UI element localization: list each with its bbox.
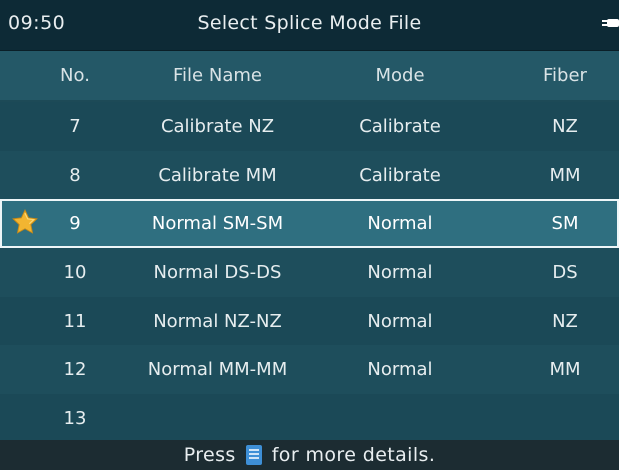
row-file-name xyxy=(115,394,320,443)
document-icon xyxy=(245,445,262,465)
row-mode: Normal xyxy=(367,359,433,381)
row-file-name: Normal SM-SM xyxy=(151,213,284,235)
row-no: 12 xyxy=(63,359,87,381)
table-row[interactable]: 7 Calibrate NZ Calibrate NZ xyxy=(0,102,619,151)
row-no: 10 xyxy=(63,261,87,283)
row-mode: Normal xyxy=(367,310,433,332)
row-mode: Calibrate xyxy=(359,115,441,137)
table-row[interactable]: 12 Normal MM-MM Normal MM xyxy=(0,345,619,395)
star-icon xyxy=(12,209,38,235)
row-fiber: SM xyxy=(551,213,579,235)
splice-mode-screen: 09:50 Select Splice Mode File No. File N… xyxy=(0,0,619,470)
screen-title: Select Splice Mode File xyxy=(197,12,422,34)
footer-hint: Press for more details. xyxy=(0,440,619,470)
row-mode: Calibrate xyxy=(359,164,441,186)
table-row[interactable]: 11 Normal NZ-NZ Normal NZ xyxy=(0,296,619,346)
row-file-name: Normal DS-DS xyxy=(153,261,282,283)
row-file-name: Normal MM-MM xyxy=(147,359,288,381)
row-mode xyxy=(330,394,470,443)
row-no: 11 xyxy=(63,310,87,332)
table-header: No. File Name Mode Fiber xyxy=(0,51,619,100)
row-no: 7 xyxy=(69,115,81,137)
row-fiber: NZ xyxy=(552,115,578,137)
status-bar: 09:50 Select Splice Mode File xyxy=(0,0,619,51)
header-no: No. xyxy=(60,65,90,86)
row-no: 13 xyxy=(63,407,87,429)
header-mode: Mode xyxy=(375,65,425,86)
table-row[interactable]: 8 Calibrate MM Calibrate MM xyxy=(0,150,619,200)
row-mode: Normal xyxy=(367,261,433,283)
row-file-name: Normal NZ-NZ xyxy=(153,310,282,332)
footer-hint-prefix: Press xyxy=(183,444,236,466)
row-file-name: Calibrate MM xyxy=(158,164,277,186)
row-no: 9 xyxy=(69,213,81,235)
plug-icon xyxy=(602,19,619,27)
footer-hint-suffix: for more details. xyxy=(271,444,436,466)
row-file-name: Calibrate NZ xyxy=(160,115,275,137)
row-fiber xyxy=(520,394,610,443)
header-fiber: Fiber xyxy=(543,65,587,86)
row-fiber: DS xyxy=(552,261,578,283)
row-fiber: MM xyxy=(549,164,581,186)
row-fiber: NZ xyxy=(552,310,578,332)
splice-file-list: 7 Calibrate NZ Calibrate NZ 8 Calibrate … xyxy=(0,102,619,443)
row-no: 8 xyxy=(69,164,81,186)
header-file-name: File Name xyxy=(173,65,262,86)
row-mode: Normal xyxy=(367,213,433,235)
row-fiber: MM xyxy=(549,359,581,381)
table-row-selected[interactable]: 9 Normal SM-SM Normal SM xyxy=(0,199,619,249)
table-row[interactable]: 13 xyxy=(0,394,619,443)
table-row[interactable]: 10 Normal DS-DS Normal DS xyxy=(0,248,619,297)
